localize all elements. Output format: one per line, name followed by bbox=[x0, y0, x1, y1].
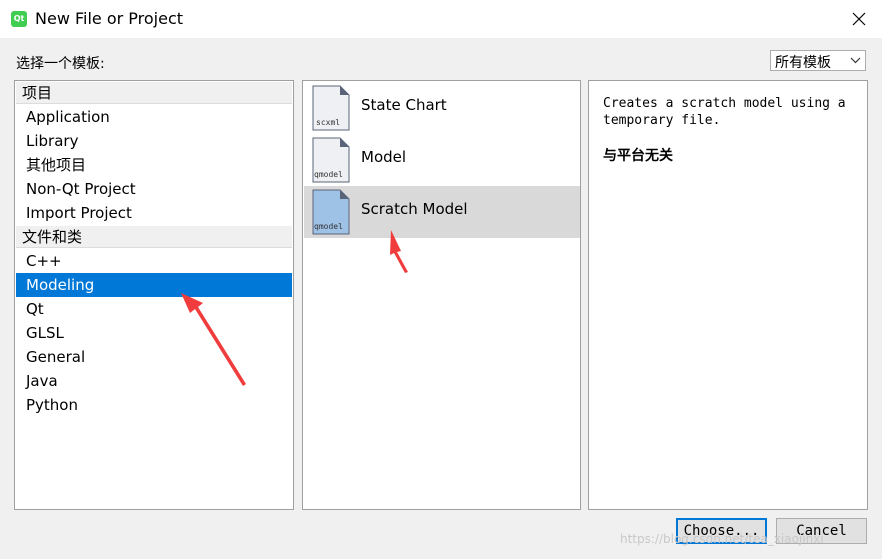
description-panel: Creates a scratch model using a temporar… bbox=[588, 80, 868, 510]
watermark: https://blog.csdn.net/tea_xiaojinxi bbox=[620, 532, 824, 546]
category-item-glsl[interactable]: GLSL bbox=[16, 321, 292, 345]
category-item-other-projects[interactable]: 其他项目 bbox=[16, 153, 292, 177]
category-item-qt[interactable]: Qt bbox=[16, 297, 292, 321]
file-icon: qmodel bbox=[312, 137, 350, 183]
category-item-library[interactable]: Library bbox=[16, 129, 292, 153]
template-item-state-chart[interactable]: scxml State Chart bbox=[304, 82, 580, 134]
platform-note: 与平台无关 bbox=[603, 148, 673, 164]
close-icon bbox=[852, 12, 866, 26]
close-button[interactable] bbox=[836, 0, 882, 38]
title-bar: Qt New File or Project bbox=[0, 0, 882, 38]
category-item-non-qt-project[interactable]: Non-Qt Project bbox=[16, 177, 292, 201]
svg-text:scxml: scxml bbox=[316, 118, 340, 127]
template-list[interactable]: scxml State Chart qmodel Model qmodel Sc… bbox=[302, 80, 581, 510]
qt-logo-icon: Qt bbox=[11, 11, 27, 27]
category-header-projects: 项目 bbox=[16, 82, 292, 104]
category-item-java[interactable]: Java bbox=[16, 369, 292, 393]
choose-template-label: 选择一个模板: bbox=[16, 56, 105, 72]
category-item-import-project[interactable]: Import Project bbox=[16, 201, 292, 225]
template-filter-dropdown[interactable]: 所有模板 bbox=[770, 50, 866, 71]
file-icon: qmodel bbox=[312, 189, 350, 235]
category-item-general[interactable]: General bbox=[16, 345, 292, 369]
file-icon: scxml bbox=[312, 85, 350, 131]
category-list[interactable]: 项目 Application Library 其他项目 Non-Qt Proje… bbox=[14, 80, 294, 510]
template-filter-value: 所有模板 bbox=[775, 55, 831, 71]
category-header-files-classes: 文件和类 bbox=[16, 226, 292, 248]
window-title: New File or Project bbox=[35, 9, 184, 28]
svg-text:qmodel: qmodel bbox=[314, 170, 343, 179]
chevron-down-icon bbox=[850, 57, 861, 64]
category-item-python[interactable]: Python bbox=[16, 393, 292, 417]
category-item-cpp[interactable]: C++ bbox=[16, 249, 292, 273]
category-item-modeling[interactable]: Modeling bbox=[16, 273, 292, 297]
template-description: Creates a scratch model using a temporar… bbox=[603, 96, 846, 128]
template-label: Model bbox=[361, 148, 407, 166]
template-item-scratch-model[interactable]: qmodel Scratch Model bbox=[304, 186, 580, 238]
template-item-model[interactable]: qmodel Model bbox=[304, 134, 580, 186]
svg-text:qmodel: qmodel bbox=[314, 222, 343, 231]
category-item-application[interactable]: Application bbox=[16, 105, 292, 129]
template-label: State Chart bbox=[361, 96, 447, 114]
template-label: Scratch Model bbox=[361, 200, 468, 218]
